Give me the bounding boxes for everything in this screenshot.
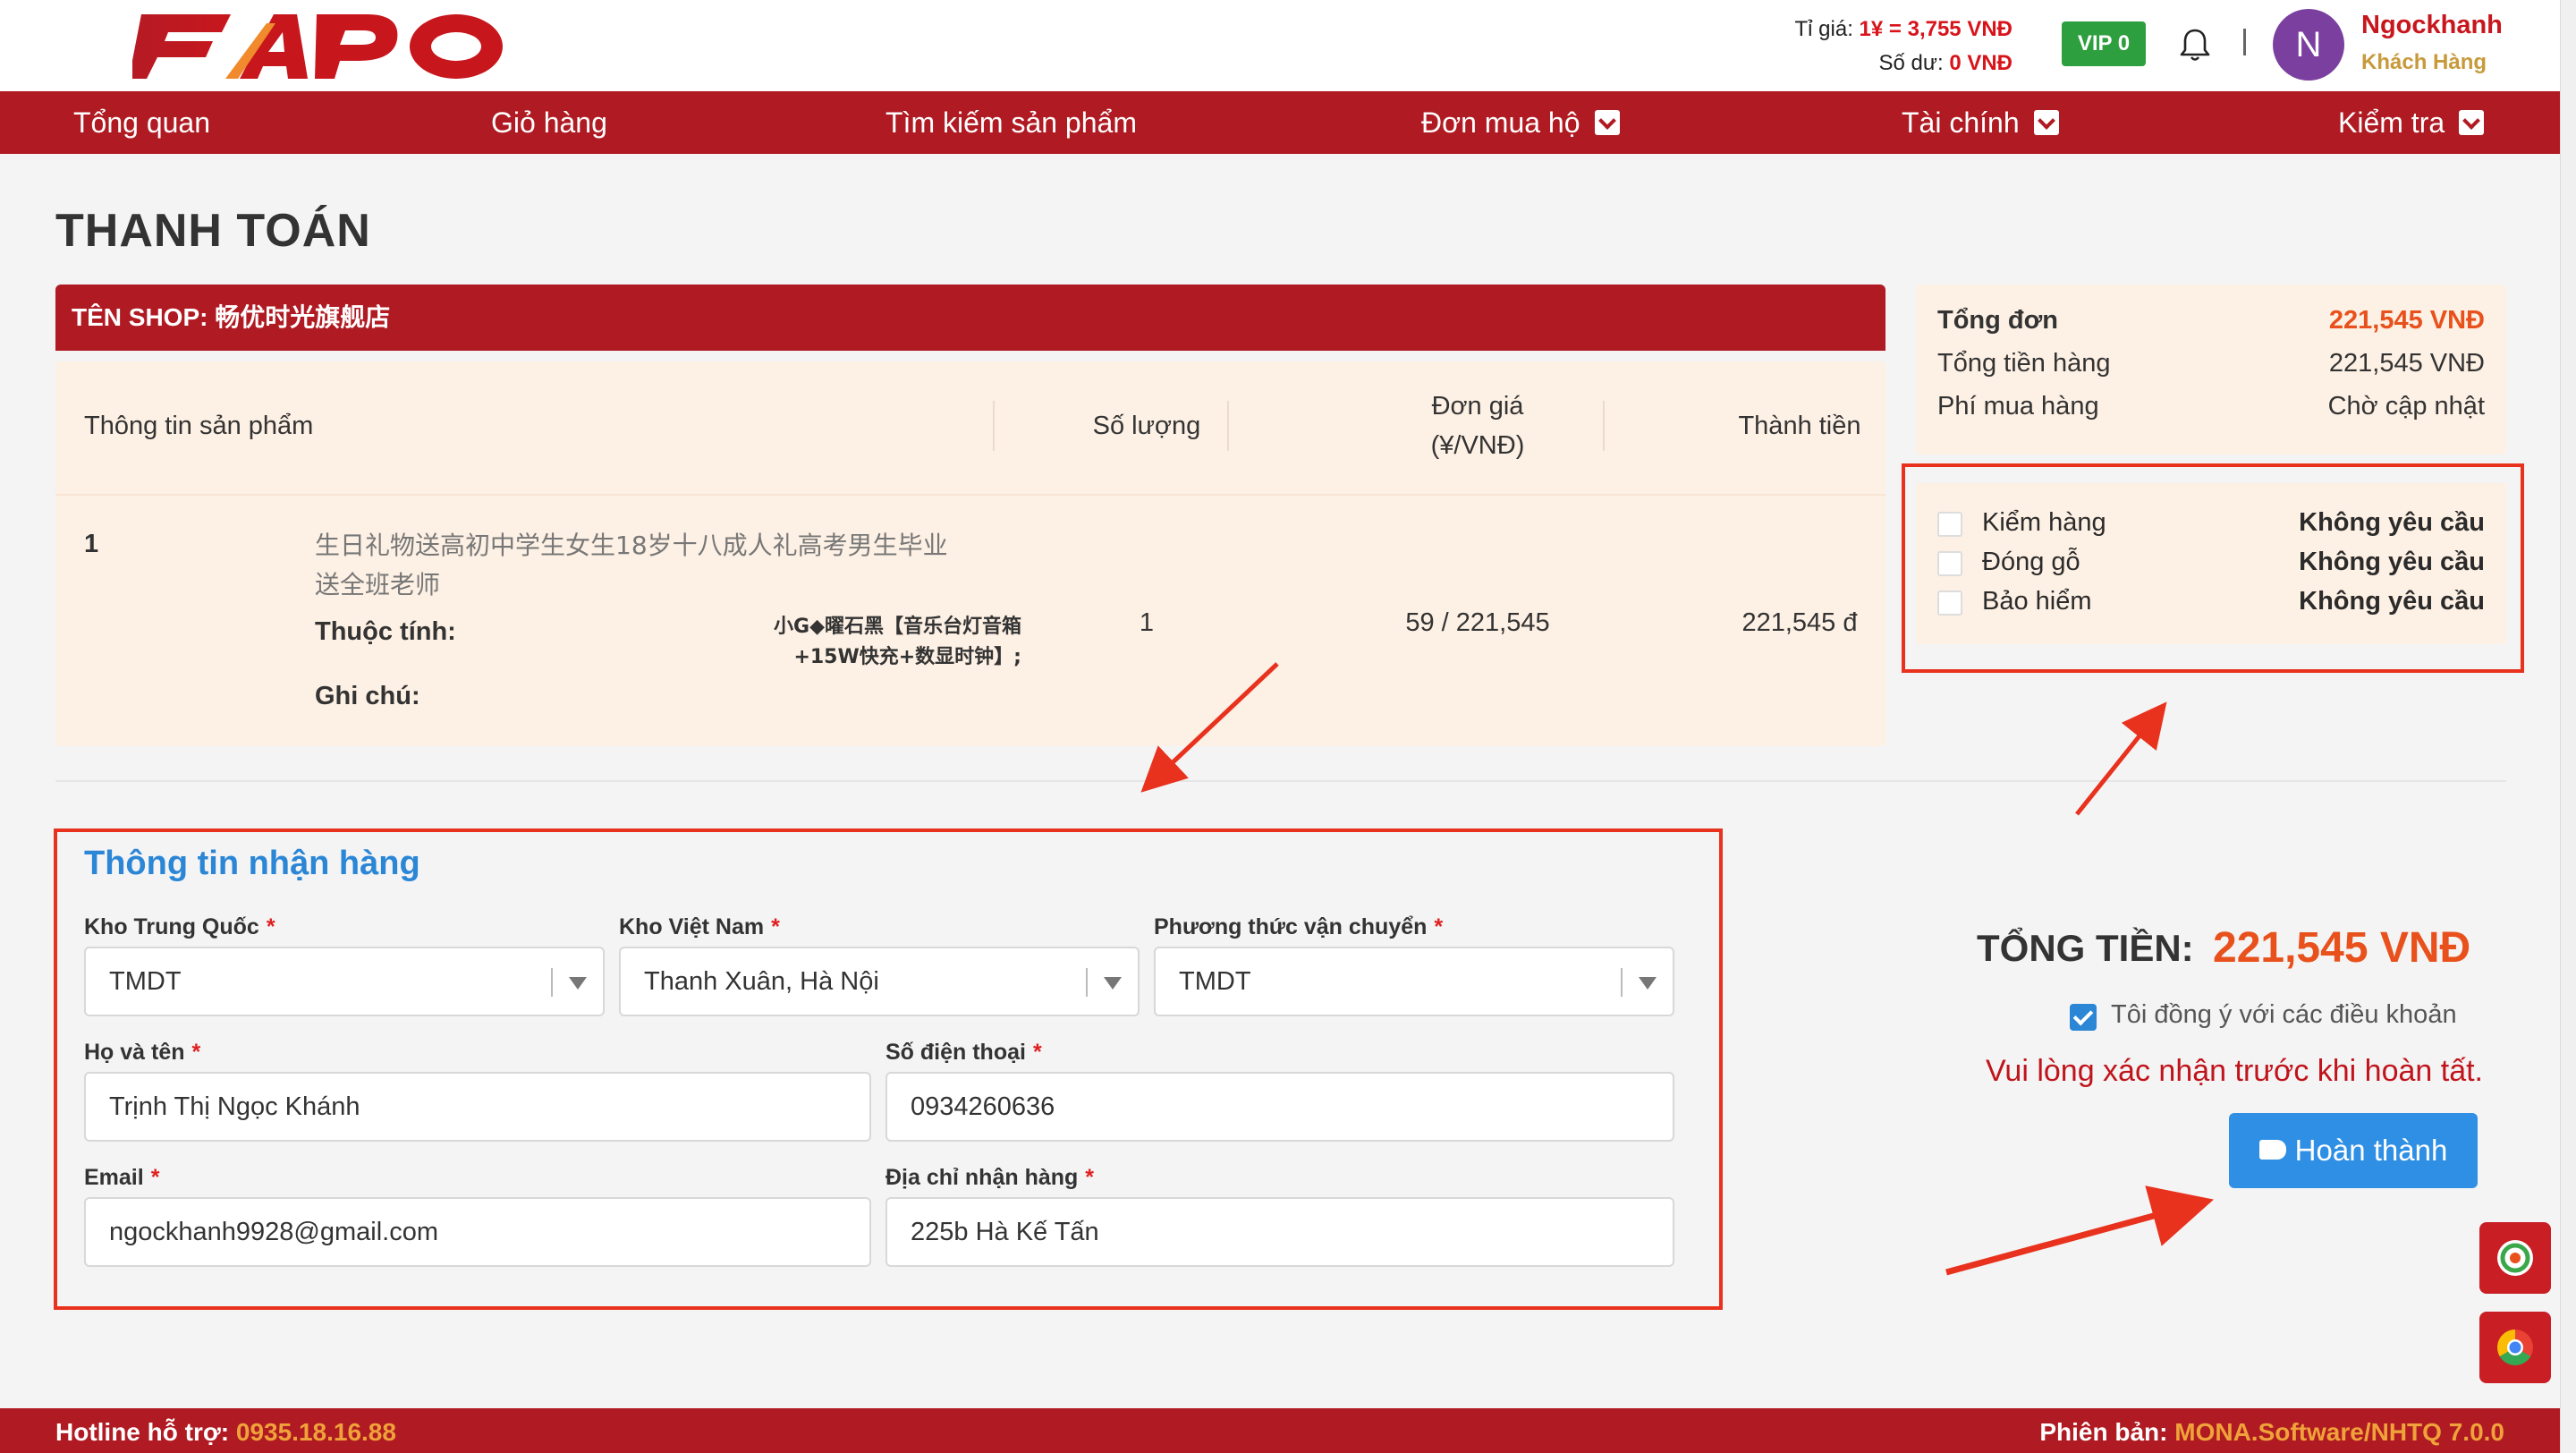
version: Phiên bản: MONA.Software/NHTQ 7.0.0 <box>2039 1408 2504 1453</box>
annotation-arrow-options <box>2075 701 2167 816</box>
summary-order-total-value: 221,545 VNĐ <box>2328 306 2485 335</box>
nav-item-purchase-orders[interactable]: Đơn mua hộ <box>1421 91 1620 154</box>
col-header-total: Thành tiền <box>1738 412 1861 440</box>
attribute-value-line2: +15W快充+数显时钟】; <box>793 646 1021 668</box>
chrome-icon <box>2497 1330 2533 1365</box>
chat-app-icon <box>2497 1240 2533 1276</box>
page-title: THANH TOÁN <box>55 205 371 257</box>
order-items-table: Thông tin sản phẩm Số lượng Đơn giá (¥/V… <box>55 361 1885 746</box>
annotation-box-form <box>54 828 1723 1310</box>
product-name[interactable]: 生日礼物送高初中学生女生18岁十八成人礼高考男生毕业 送全班老师 <box>315 526 948 605</box>
section-divider <box>55 780 2506 782</box>
summary-fee-value: Chờ cập nhật <box>2327 392 2485 421</box>
nav-item-label: Đơn mua hộ <box>1421 106 1580 139</box>
finish-button-label: Hoàn thành <box>2294 1134 2448 1167</box>
floating-chat-button[interactable] <box>2479 1222 2551 1294</box>
row-index: 1 <box>84 530 99 558</box>
attribute-value: 小G◆曜石黑【音乐台灯音箱 +15W快充+数显时钟】; <box>682 612 1021 673</box>
agree-terms-checkbox[interactable] <box>2070 1004 2097 1031</box>
hotline-number[interactable]: 0935.18.16.88 <box>236 1418 396 1446</box>
rate-value: 1¥ = 3,755 VNĐ <box>1859 17 2012 41</box>
hand-pointer-icon <box>2258 1140 2286 1160</box>
shop-name: TÊN SHOP: 畅优时光旗舰店 <box>72 303 391 331</box>
top-header: Tỉ giá: 1¥ = 3,755 VNĐ Số dư: 0 VNĐ VIP … <box>0 0 2560 91</box>
hotline: Hotline hỗ trợ: 0935.18.16.88 <box>55 1408 396 1453</box>
nav-item-label: Kiểm tra <box>2338 106 2445 139</box>
nav-item-label: Tìm kiếm sản phẩm <box>886 106 1137 139</box>
balance-value: 0 VNĐ <box>1949 51 2012 75</box>
grand-total-label: TỔNG TIỀN: <box>1977 927 2194 969</box>
chevron-down-icon <box>2459 109 2485 135</box>
item-total: 221,545 đ <box>1741 608 1858 637</box>
summary-goods-value: 221,545 VNĐ <box>2328 349 2485 378</box>
confirm-warning: Vui lòng xác nhận trước khi hoàn tất. <box>1986 1054 2484 1088</box>
summary-goods: Tổng tiền hàng 221,545 VNĐ <box>1937 349 2485 378</box>
shop-name-bar: TÊN SHOP: 畅优时光旗舰店 <box>55 285 1885 351</box>
main-nav: Tổng quan Giỏ hàng Tìm kiếm sản phẩm Đơn… <box>0 91 2560 154</box>
nav-item-search-products[interactable]: Tìm kiếm sản phẩm <box>886 91 1137 154</box>
chevron-down-icon <box>1594 109 1620 135</box>
product-name-line1: 生日礼物送高初中学生女生18岁十八成人礼高考男生毕业 <box>315 531 948 560</box>
order-summary: Tổng đơn 221,545 VNĐ Tổng tiền hàng 221,… <box>1916 285 2506 455</box>
item-unit-price: 59 / 221,545 <box>1405 608 1550 637</box>
nav-item-cart[interactable]: Giỏ hàng <box>491 91 607 154</box>
nav-item-label: Tài chính <box>1902 106 2020 139</box>
bell-icon[interactable] <box>2175 25 2215 64</box>
col-header-price-line1: Đơn giá <box>1431 392 1524 421</box>
chevron-down-icon <box>2033 109 2059 135</box>
nav-item-finance[interactable]: Tài chính <box>1902 91 2059 154</box>
vip-badge[interactable]: VIP 0 <box>2062 21 2146 66</box>
avatar[interactable]: N <box>2273 9 2344 81</box>
annotation-box-options <box>1902 463 2524 673</box>
nav-item-check[interactable]: Kiểm tra <box>2338 91 2485 154</box>
col-header-product: Thông tin sản phẩm <box>84 412 314 440</box>
product-name-line2: 送全班老师 <box>315 570 441 599</box>
attribute-label: Thuộc tính: <box>315 617 456 646</box>
summary-order-total-label: Tổng đơn <box>1937 306 2058 335</box>
nav-item-label: Tổng quan <box>73 106 211 139</box>
user-name[interactable]: Ngockhanh <box>2361 11 2503 40</box>
attribute-value-line1: 小G◆曜石黑【音乐台灯音箱 <box>774 616 1021 638</box>
nav-item-overview[interactable]: Tổng quan <box>73 91 210 154</box>
column-divider <box>993 401 995 451</box>
version-label: Phiên bản: <box>2039 1418 2175 1446</box>
header-divider <box>2243 29 2246 55</box>
version-value: MONA.Software/NHTQ 7.0.0 <box>2174 1418 2504 1446</box>
summary-order-total: Tổng đơn 221,545 VNĐ <box>1937 306 2485 336</box>
page-footer: Hotline hỗ trợ: 0935.18.16.88 Phiên bản:… <box>0 1408 2560 1453</box>
row-divider <box>55 494 1885 496</box>
agree-terms-label[interactable]: Tôi đồng ý với các điều khoản <box>2111 1000 2457 1030</box>
summary-fee-label: Phí mua hàng <box>1937 392 2099 421</box>
finish-button[interactable]: Hoàn thành <box>2229 1113 2478 1188</box>
balance-label: Số dư: <box>1878 51 1950 75</box>
note-label: Ghi chú: <box>315 682 420 710</box>
item-quantity: 1 <box>1139 608 1155 637</box>
user-role: Khách Hàng <box>2361 50 2487 74</box>
column-divider <box>1227 401 1229 451</box>
summary-goods-label: Tổng tiền hàng <box>1937 349 2111 378</box>
floating-browser-button[interactable] <box>2479 1312 2551 1383</box>
column-divider <box>1603 401 1605 451</box>
grand-total-value: 221,545 VNĐ <box>2213 924 2471 972</box>
summary-fee: Phí mua hàng Chờ cập nhật <box>1937 392 2485 421</box>
annotation-arrow-finish <box>1945 1185 2215 1276</box>
exchange-rate-block: Tỉ giá: 1¥ = 3,755 VNĐ Số dư: 0 VNĐ <box>1753 13 2012 81</box>
col-header-price-line2: (¥/VNĐ) <box>1430 431 1525 460</box>
col-header-price: Đơn giá (¥/VNĐ) <box>1317 387 1639 465</box>
col-header-qty: Số lượng <box>1092 412 1201 440</box>
page-scrollbar[interactable] <box>2560 0 2576 1453</box>
fapo-logo[interactable] <box>132 5 508 82</box>
rate-label: Tỉ giá: <box>1794 17 1860 41</box>
hotline-label: Hotline hỗ trợ: <box>55 1418 236 1446</box>
nav-item-label: Giỏ hàng <box>491 106 607 139</box>
